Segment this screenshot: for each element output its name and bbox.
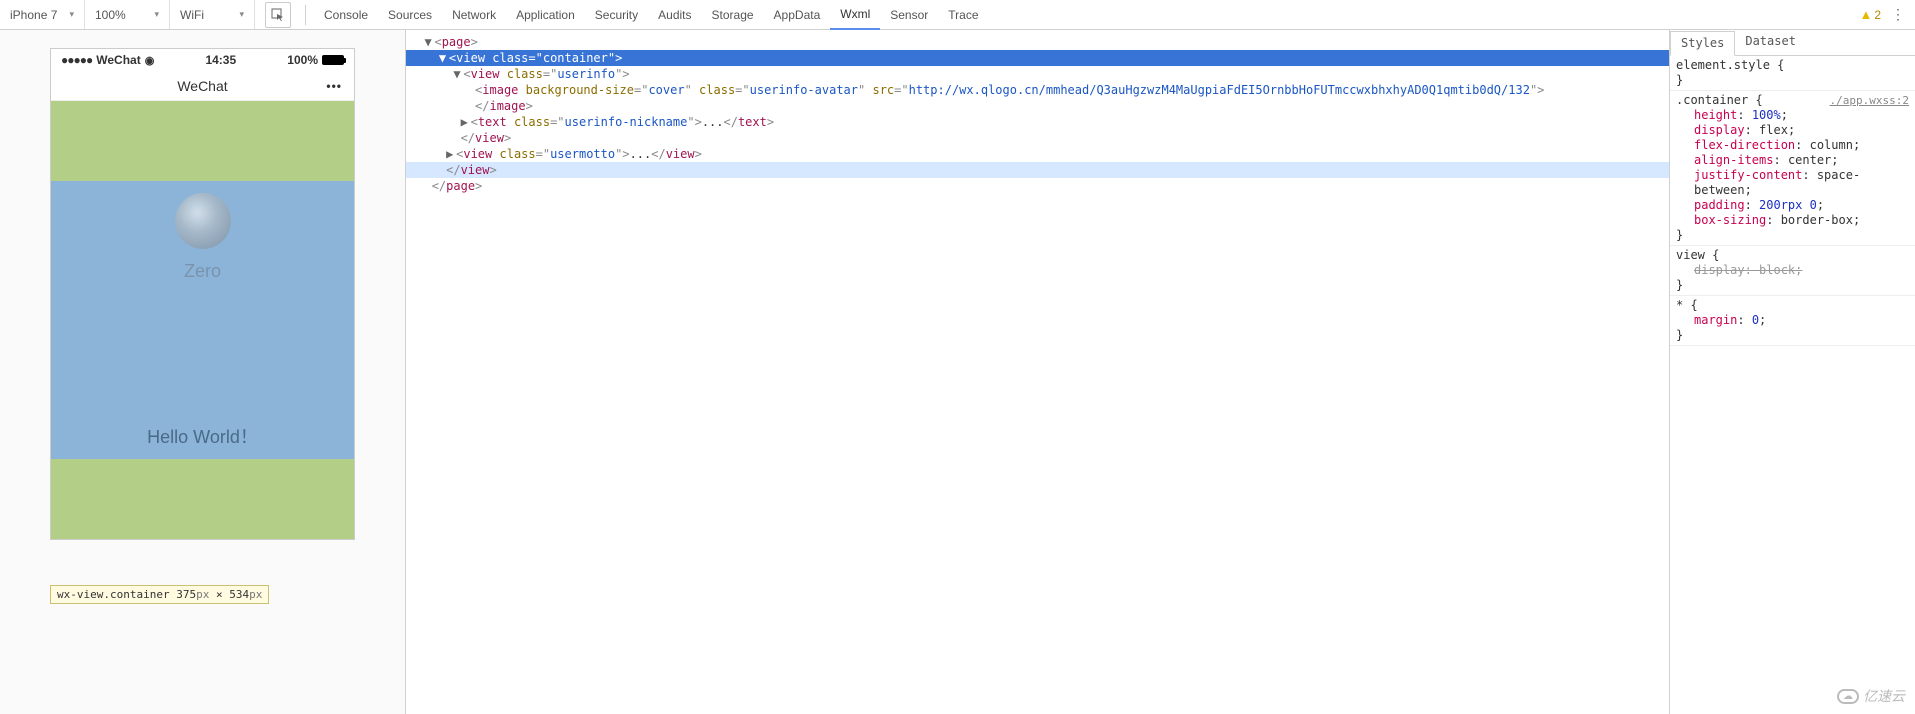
- device-dropdown[interactable]: iPhone 7 ▾: [0, 0, 85, 29]
- watermark: ☁ 亿速云: [1837, 686, 1905, 706]
- divider: [305, 5, 306, 25]
- device-label: iPhone 7: [10, 8, 57, 22]
- dom-node-selected[interactable]: ▼<view class="container">: [406, 50, 1669, 66]
- expand-icon[interactable]: ▼: [439, 50, 449, 66]
- wifi-icon: ◉: [145, 54, 155, 67]
- px-unit: px: [249, 588, 262, 601]
- caret-down-icon: ▾: [69, 9, 74, 20]
- phone-frame: ●●●●● WeChat ◉ 14:35 100% WeChat •••: [50, 48, 355, 540]
- toolbar: iPhone 7 ▾ 100% ▾ WiFi ▾ Console Sources: [0, 0, 1915, 30]
- status-bar: ●●●●● WeChat ◉ 14:35 100%: [51, 49, 354, 71]
- inspect-icon: [271, 8, 285, 22]
- avatar: [175, 193, 231, 249]
- battery-icon: [322, 55, 344, 65]
- watermark-text: 亿速云: [1863, 686, 1905, 706]
- page-body: Zero Hello World！: [51, 101, 354, 539]
- styles-pane: Styles Dataset element.style { } .contai…: [1670, 30, 1915, 714]
- expand-icon[interactable]: ▼: [453, 66, 463, 82]
- warning-icon: ▲: [1859, 7, 1872, 22]
- network-label: WiFi: [180, 8, 204, 22]
- css-rule-container[interactable]: .container {./app.wxss:2 height: 100%; d…: [1670, 91, 1915, 246]
- simulator-pane: ●●●●● WeChat ◉ 14:35 100% WeChat •••: [0, 30, 405, 714]
- warnings-count: 2: [1874, 8, 1881, 22]
- dom-node[interactable]: ▶<view class="usermotto">...</view>: [406, 146, 1669, 162]
- warnings-badge[interactable]: ▲ 2: [1859, 7, 1881, 22]
- status-right: 100%: [287, 53, 344, 67]
- dom-node[interactable]: </page>: [406, 178, 1669, 194]
- css-rule-star[interactable]: * { margin: 0; }: [1670, 296, 1915, 346]
- dom-node[interactable]: ▼<page>: [406, 34, 1669, 50]
- css-rule-view[interactable]: view { display: block; }: [1670, 246, 1915, 296]
- css-close: }: [1676, 228, 1909, 243]
- css-close: }: [1676, 328, 1909, 343]
- expand-icon[interactable]: ▼: [424, 34, 434, 50]
- css-rule-element-style[interactable]: element.style { }: [1670, 56, 1915, 91]
- tab-styles[interactable]: Styles: [1670, 31, 1735, 56]
- tab-console[interactable]: Console: [314, 0, 378, 30]
- tab-wxml[interactable]: Wxml: [830, 0, 880, 30]
- css-selector: * {: [1676, 298, 1698, 312]
- toolbar-left: iPhone 7 ▾ 100% ▾ WiFi ▾: [0, 0, 255, 29]
- caret-down-icon: ▾: [154, 9, 159, 20]
- motto-text: Hello World！: [147, 423, 258, 449]
- tab-trace[interactable]: Trace: [938, 0, 988, 30]
- tab-audits[interactable]: Audits: [648, 0, 701, 30]
- source-link[interactable]: ./app.wxss:2: [1830, 93, 1909, 108]
- dimension-tooltip: wx-view.container 375px × 534px: [50, 585, 269, 604]
- tab-sources[interactable]: Sources: [378, 0, 442, 30]
- dom-node[interactable]: </view>: [406, 130, 1669, 146]
- tooltip-width: 375: [176, 588, 196, 601]
- css-close: }: [1676, 73, 1909, 88]
- dom-node[interactable]: ▶<text class="userinfo-nickname">...</te…: [406, 114, 1669, 130]
- network-dropdown[interactable]: WiFi ▾: [170, 0, 255, 29]
- px-unit: px: [196, 588, 209, 601]
- tab-dataset[interactable]: Dataset: [1735, 30, 1806, 55]
- css-close: }: [1676, 278, 1909, 293]
- caret-down-icon: ▾: [239, 9, 244, 20]
- more-menu-icon[interactable]: ⋮: [1891, 6, 1905, 23]
- tab-appdata[interactable]: AppData: [764, 0, 831, 30]
- tab-security[interactable]: Security: [585, 0, 648, 30]
- nav-menu-icon[interactable]: •••: [326, 79, 342, 93]
- css-selector: view {: [1676, 248, 1719, 262]
- dom-node[interactable]: <image background-size="cover" class="us…: [406, 82, 1669, 98]
- css-selector: .container {: [1676, 93, 1763, 107]
- zoom-label: 100%: [95, 8, 126, 22]
- zoom-dropdown[interactable]: 100% ▾: [85, 0, 170, 29]
- dom-node-closing[interactable]: </view>: [406, 162, 1669, 178]
- inspect-element-button[interactable]: [265, 2, 291, 28]
- status-left: ●●●●● WeChat ◉: [61, 53, 154, 67]
- styles-tabs: Styles Dataset: [1670, 30, 1915, 56]
- nickname-text: Zero: [184, 261, 221, 282]
- nav-bar: WeChat •••: [51, 71, 354, 101]
- clock-label: 14:35: [205, 53, 236, 67]
- expand-icon[interactable]: ▶: [461, 114, 471, 130]
- toolbar-right: ▲ 2 ⋮: [1859, 0, 1915, 29]
- tooltip-selector: wx-view.container: [57, 588, 170, 601]
- carrier-label: WeChat: [96, 53, 140, 67]
- signal-icon: ●●●●●: [61, 53, 92, 67]
- expand-icon[interactable]: ▶: [446, 146, 456, 162]
- toolbar-center: Console Sources Network Application Secu…: [255, 0, 1859, 29]
- tooltip-height: 534: [229, 588, 249, 601]
- tab-sensor[interactable]: Sensor: [880, 0, 938, 30]
- css-selector: element.style {: [1676, 58, 1784, 72]
- dom-tree-pane[interactable]: ▼<page> ▼<view class="container"> ▼<view…: [405, 30, 1670, 714]
- container-view: Zero Hello World！: [51, 181, 354, 459]
- battery-pct: 100%: [287, 53, 318, 67]
- tab-network[interactable]: Network: [442, 0, 506, 30]
- padding-top-overlay: [51, 101, 354, 181]
- dom-node[interactable]: ▼<view class="userinfo">: [406, 66, 1669, 82]
- main-area: ●●●●● WeChat ◉ 14:35 100% WeChat •••: [0, 30, 1915, 714]
- padding-bottom-overlay: [51, 459, 354, 539]
- nav-title: WeChat: [177, 78, 227, 94]
- tab-application[interactable]: Application: [506, 0, 585, 30]
- dom-node[interactable]: </image>: [406, 98, 1669, 114]
- cloud-icon: ☁: [1837, 689, 1859, 704]
- tab-storage[interactable]: Storage: [702, 0, 764, 30]
